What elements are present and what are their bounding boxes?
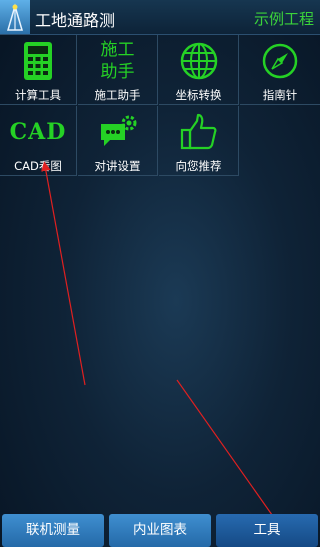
bottom-tab-bar: 联机测量 内业图表 工具 <box>0 514 320 547</box>
compass-icon <box>240 39 320 83</box>
chat-gear-icon <box>78 110 157 154</box>
tab-office-charts[interactable]: 内业图表 <box>109 514 211 547</box>
tool-compass[interactable]: 指南针 <box>240 35 320 105</box>
tool-label: 对讲设置 <box>94 159 141 173</box>
tool-coordinate-transform[interactable]: 坐标转换 <box>159 35 239 105</box>
cad-icon-text: CAD <box>9 119 67 145</box>
construction-assistant-icon: 施工 助手 <box>78 39 157 83</box>
tool-label: 计算工具 <box>15 88 61 102</box>
app-title: 工地通路测 <box>35 11 116 30</box>
tool-label: 坐标转换 <box>175 88 222 102</box>
tool-intercom-settings[interactable]: 对讲设置 <box>78 106 158 176</box>
tab-online-survey[interactable]: 联机测量 <box>2 514 104 547</box>
icon-text-line-1: 施工 <box>100 40 135 60</box>
tool-construction-assistant[interactable]: 施工 助手 施工助手 <box>78 35 158 105</box>
annotation-arrow-cad <box>41 161 86 386</box>
tool-label: 施工助手 <box>94 88 141 102</box>
globe-icon <box>159 39 238 83</box>
thumbs-up-icon <box>159 110 238 154</box>
tool-label: CAD看图 <box>14 159 62 173</box>
tab-tools[interactable]: 工具 <box>216 514 318 547</box>
cad-icon: CAD <box>0 110 76 154</box>
app-logo-icon <box>0 0 30 34</box>
annotation-line-tools <box>176 379 278 523</box>
tool-label: 向您推荐 <box>175 159 222 173</box>
tool-cad-viewer[interactable]: CAD CAD看图 <box>0 106 77 176</box>
icon-text-line-2: 助手 <box>100 62 135 82</box>
calculator-icon <box>0 39 76 83</box>
tool-recommend[interactable]: 向您推荐 <box>159 106 239 176</box>
tool-label: 指南针 <box>262 88 298 102</box>
tool-calculator[interactable]: 计算工具 <box>0 35 77 105</box>
project-name[interactable]: 示例工程 <box>254 8 314 29</box>
title-bar: 工地通路测 示例工程 <box>0 0 320 35</box>
